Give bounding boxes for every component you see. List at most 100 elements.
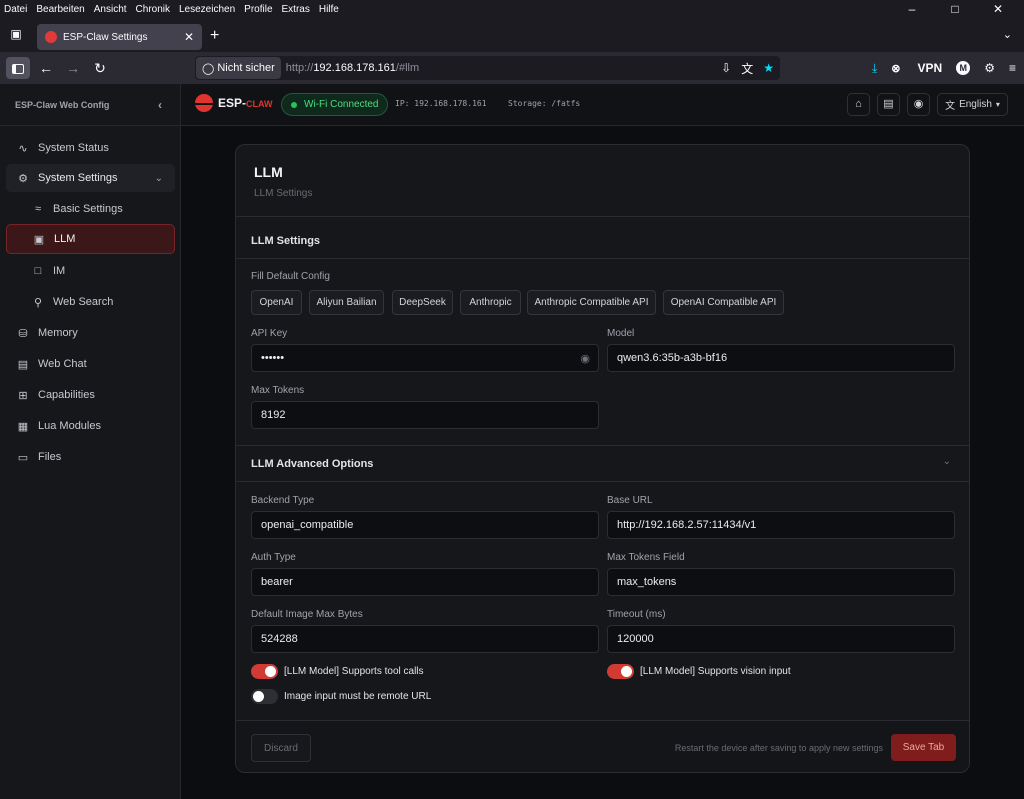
eye-icon[interactable]: ◉ [580,352,590,365]
sidebar-item-files[interactable]: ▭ Files [6,443,175,471]
translate-icon[interactable]: 文 [741,60,753,77]
collapse-sidebar-icon[interactable]: ‹ [158,98,162,112]
vision-toggle[interactable] [607,664,634,679]
preset-anthropic-button[interactable]: Anthropic [460,290,521,315]
tool-calls-label: [LLM Model] Supports tool calls [284,666,424,677]
robot-icon: ▣ [33,233,45,246]
max-tokens-field[interactable]: 8192 [251,401,599,429]
close-tab-icon[interactable]: ✕ [184,30,194,44]
sidebar-item-web-chat[interactable]: ▤ Web Chat [6,350,175,378]
sidebar-item-label: Capabilities [38,389,95,401]
sidebar-item-lua-modules[interactable]: ▦ Lua Modules [6,412,175,440]
sidebar-item-label: LLM [54,233,76,245]
sidebar-item-llm[interactable]: ▣ LLM [6,224,175,254]
url-text[interactable]: http://192.168.178.161/#llm [286,62,711,74]
sidebar-item-label: Memory [38,327,78,339]
minimize-icon[interactable]: – [895,0,929,18]
language-select[interactable]: 文 English ▾ [937,93,1008,116]
back-arrow-icon[interactable]: ← [36,57,56,79]
close-window-icon[interactable]: ✕ [981,0,1015,18]
restart-hint: Restart the device after saving to apply… [674,743,883,753]
section-title-advanced-options[interactable]: LLM Advanced Options [251,458,373,470]
model-field[interactable]: qwen3.6:35b-a3b-bf16 [607,344,955,372]
browser-tab[interactable]: ESP-Claw Settings ✕ [37,24,202,50]
menu-hilfe[interactable]: Hilfe [319,4,339,15]
toggle-knob [621,666,632,677]
preset-openai-button[interactable]: OpenAI [251,290,302,315]
menu-bar: Datei Bearbeiten Ansicht Chronik Lesezei… [0,0,1024,18]
maximize-icon[interactable]: □ [938,0,972,18]
backend-type-field[interactable]: openai_compatible [251,511,599,539]
save-page-icon[interactable]: ⇩ [721,61,731,75]
sidebar-item-system-settings[interactable]: ⚙ System Settings ⌄ [6,164,175,192]
sidebar-item-label: IM [53,265,66,277]
chat-icon: □ [34,265,42,277]
max-tokens-field-input[interactable]: max_tokens [607,568,955,596]
save-tab-button[interactable]: Save Tab [891,734,956,761]
sidebar-item-basic-settings[interactable]: ≈ Basic Settings [6,195,175,223]
auth-type-field[interactable]: bearer [251,568,599,596]
timeout-field[interactable]: 120000 [607,625,955,653]
github-icon[interactable]: ◉ [907,93,930,116]
sidebar-header: ESP-Claw Web Config ‹ [0,84,180,126]
new-tab-icon[interactable]: + [210,28,219,44]
account-avatar[interactable]: M [956,61,971,75]
sidebar-toggle-icon[interactable] [6,57,30,79]
card-footer: Discard Restart the device after saving … [236,720,969,772]
database-icon: ⛁ [18,327,28,340]
not-secure-badge[interactable]: ◯ Nicht sicher [196,57,281,79]
menu-lesezeichen[interactable]: Lesezeichen [179,4,235,15]
address-bar[interactable]: ◯ Nicht sicher http://192.168.178.161/#l… [195,56,780,80]
sidebar-item-memory[interactable]: ⛁ Memory [6,319,175,347]
chevron-down-icon[interactable]: ⌄ [943,456,951,467]
logo-main: ESP- [218,96,247,110]
wifi-status-label: Wi-Fi Connected [304,99,379,110]
hamburger-menu-icon[interactable]: ≡ [1009,61,1016,75]
toggle-knob [265,666,276,677]
tool-calls-toggle[interactable] [251,664,278,679]
chevron-down-icon: ⌄ [154,172,163,184]
shield-icon: ◯ [202,62,215,75]
toolbar-right: ⤓ ⊗ VPN M ⚙ ≡ [858,57,1016,79]
sidebar-item-im[interactable]: □ IM [6,257,175,285]
menu-profile[interactable]: Profile [244,4,272,15]
tab-title: ESP-Claw Settings [63,31,148,43]
divider [236,481,969,482]
menu-chronik[interactable]: Chronik [136,4,170,15]
image-max-bytes-label: Default Image Max Bytes [251,609,363,620]
sidebar-item-system-status[interactable]: ∿ System Status [6,134,175,162]
folder-icon: ▭ [17,451,29,464]
chevron-down-icon[interactable]: ⌄ [1003,28,1012,41]
download-icon[interactable]: ⤓ [872,61,877,76]
remote-url-toggle[interactable] [251,689,278,704]
book-icon[interactable]: ▤ [877,93,900,116]
wifi-status-badge: Wi-Fi Connected [281,93,389,116]
vpn-button[interactable]: ⊗ VPN [891,61,942,75]
sidebar-item-label: Files [38,451,62,463]
preset-aliyun-button[interactable]: Aliyun Bailian [309,290,384,315]
base-url-field[interactable]: http://192.168.2.57:11434/v1 [607,511,955,539]
chevron-down-icon: ▾ [995,100,1000,109]
api-key-label: API Key [251,328,288,339]
home-icon[interactable]: ⌂ [847,93,870,116]
sidebar-item-capabilities[interactable]: ⊞ Capabilities [6,381,175,409]
menu-ansicht[interactable]: Ansicht [94,4,127,15]
preset-openai-compatible-button[interactable]: OpenAI Compatible API [663,290,784,315]
forward-arrow-icon[interactable]: → [63,57,83,79]
reload-icon[interactable]: ↻ [90,57,110,79]
tab-list-icon[interactable]: ▣ [6,27,26,45]
sidebar-item-web-search[interactable]: ⚲ Web Search [6,288,175,316]
discard-button[interactable]: Discard [251,734,311,762]
sidebar-item-label: System Settings [38,172,118,184]
url-actions: ⇩ 文 ★ [711,60,774,77]
api-key-field[interactable]: •••••• ◉ [251,344,599,372]
fill-default-label: Fill Default Config [251,271,330,282]
menu-extras[interactable]: Extras [282,4,310,15]
bookmark-star-icon[interactable]: ★ [763,61,774,75]
menu-datei[interactable]: Datei [4,4,27,15]
preset-anthropic-compatible-button[interactable]: Anthropic Compatible API [527,290,656,315]
menu-bearbeiten[interactable]: Bearbeiten [36,4,84,15]
preset-deepseek-button[interactable]: DeepSeek [392,290,453,315]
image-max-bytes-field[interactable]: 524288 [251,625,599,653]
extensions-icon[interactable]: ⚙ [984,61,995,75]
